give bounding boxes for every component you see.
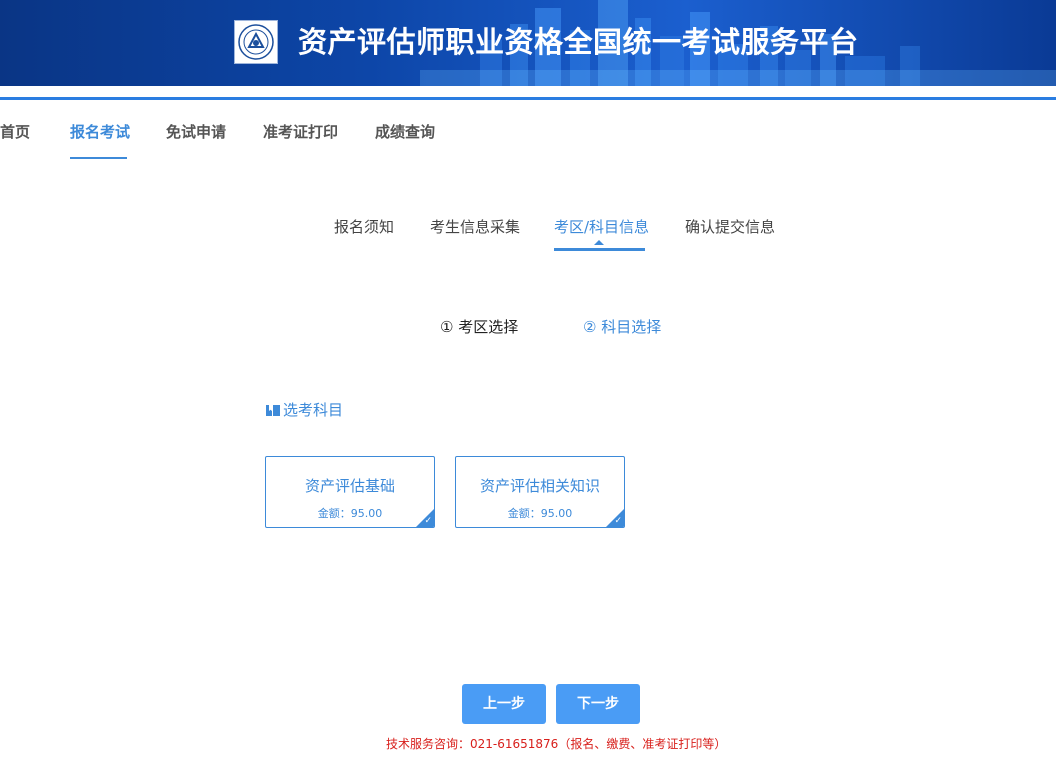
support-hotline-note: 技术服务咨询：021-61651876（报名、缴费、准考证打印等）	[386, 737, 727, 751]
section-title-label: 选考科目	[283, 401, 344, 419]
registration-steps: 报名须知 考生信息采集 考区/科目信息 确认提交信息	[0, 216, 1056, 256]
header-banner: 资产评估师职业资格全国统一考试服务平台	[0, 0, 1056, 86]
prev-step-button[interactable]: 上一步	[462, 684, 546, 724]
site-title: 资产评估师职业资格全国统一考试服务平台	[298, 25, 859, 59]
substep-region-select[interactable]: ① 考区选择	[440, 316, 518, 337]
substep-subject-select[interactable]: ② 科目选择	[583, 316, 661, 337]
subject-fee: 金额：95.00	[507, 507, 573, 520]
nav-item-admission-ticket[interactable]: 准考证打印	[263, 121, 338, 142]
checkmark-icon: ✓	[424, 516, 432, 526]
section-title: 选考科目	[266, 399, 343, 420]
association-seal-icon	[234, 20, 278, 64]
subject-fee: 金额：95.00	[317, 507, 383, 520]
step-notice[interactable]: 报名须知	[334, 216, 394, 237]
subject-card-related-knowledge[interactable]: 资产评估相关知识 金额：95.00 ✓	[455, 456, 625, 528]
subject-name: 资产评估相关知识	[479, 477, 600, 495]
nav-item-registration[interactable]: 报名考试	[70, 121, 130, 142]
nav-item-scores[interactable]: 成绩查询	[375, 121, 435, 142]
step-confirm-submit[interactable]: 确认提交信息	[685, 216, 775, 237]
nav-active-indicator	[70, 157, 127, 159]
step-info-collection[interactable]: 考生信息采集	[430, 216, 520, 237]
next-step-button[interactable]: 下一步	[556, 684, 640, 724]
checkmark-icon: ✓	[614, 516, 622, 526]
book-icon	[266, 403, 280, 416]
step-region-subject[interactable]: 考区/科目信息	[554, 216, 649, 237]
step-active-indicator	[554, 248, 645, 251]
nav-item-home[interactable]: 首页	[0, 121, 30, 142]
nav-item-exemption[interactable]: 免试申请	[166, 121, 226, 142]
subject-card-basics[interactable]: 资产评估基础 金额：95.00 ✓	[265, 456, 435, 528]
subject-name: 资产评估基础	[304, 477, 395, 495]
main-nav: 首页 报名考试 免试申请 准考证打印 成绩查询	[0, 100, 1056, 160]
step-active-caret	[594, 240, 604, 245]
